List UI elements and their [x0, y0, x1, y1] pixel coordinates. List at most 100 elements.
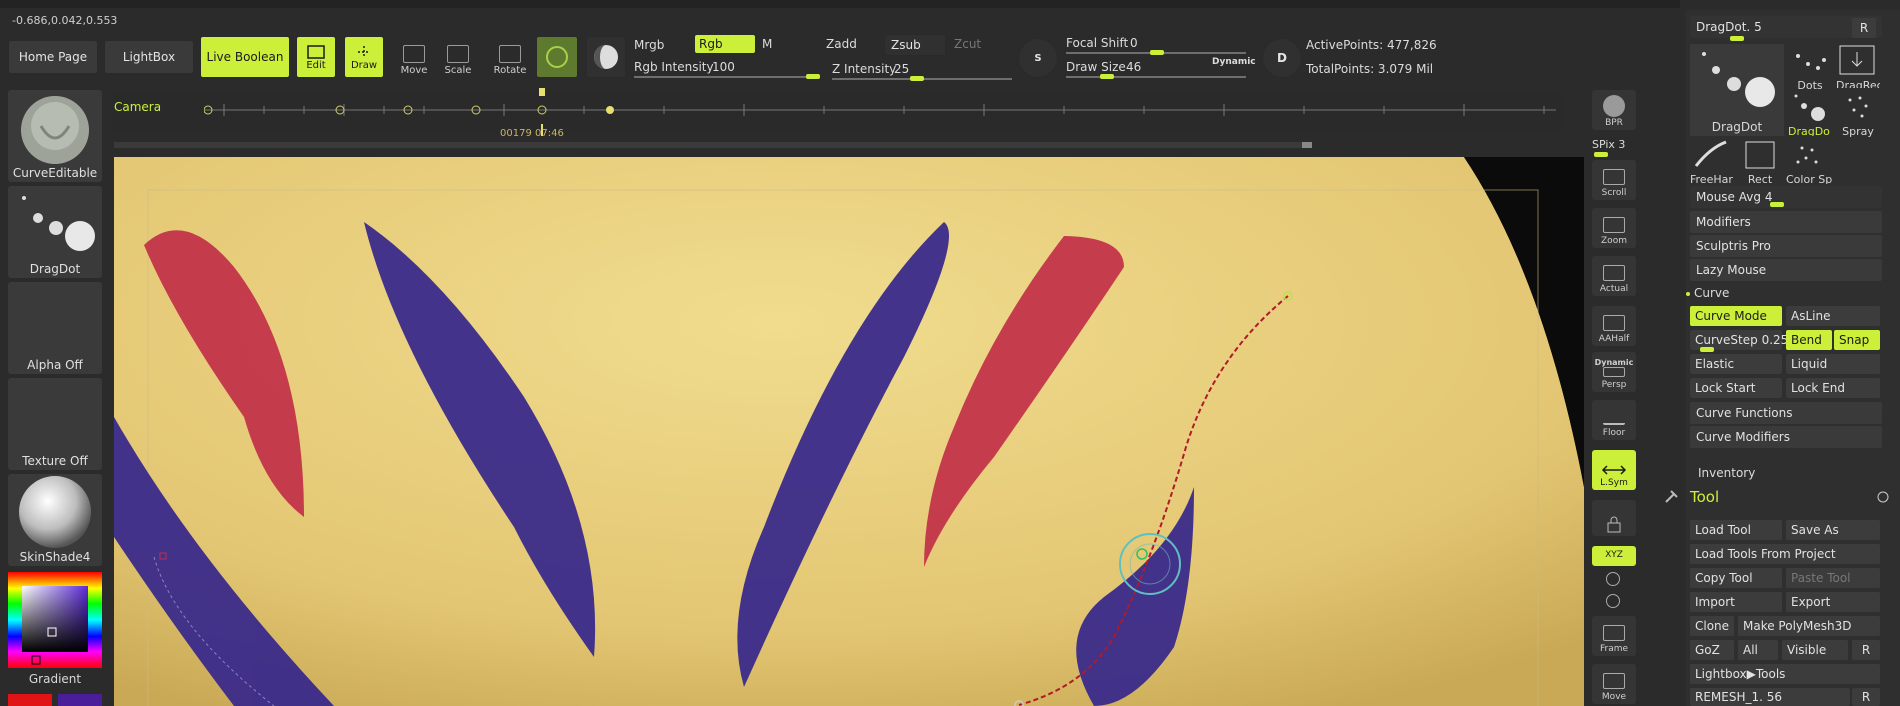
rotate-button[interactable]: Rotate: [488, 38, 532, 76]
color-picker-swatch[interactable]: [8, 572, 102, 668]
floor-button[interactable]: Floor: [1592, 400, 1636, 440]
draw-size-knob[interactable]: [1100, 74, 1114, 79]
xyz-button[interactable]: XYZ: [1592, 546, 1636, 566]
lazy-mouse-section[interactable]: Lazy Mouse: [1690, 259, 1882, 281]
m-button[interactable]: M: [762, 37, 772, 51]
spix-slider-knob[interactable]: [1594, 152, 1608, 157]
curve-functions-section[interactable]: Curve Functions: [1690, 402, 1882, 424]
z-intensity-knob[interactable]: [910, 76, 924, 81]
zsub-button[interactable]: Zsub: [884, 34, 946, 56]
material-sphere-button[interactable]: [536, 36, 578, 78]
spotlight-d-button[interactable]: D: [1262, 38, 1302, 78]
tool-palette-header[interactable]: Tool: [1690, 488, 1719, 506]
mouse-avg-slider[interactable]: Mouse Avg 4: [1690, 186, 1882, 208]
curve-modifiers-section[interactable]: Curve Modifiers: [1690, 426, 1882, 448]
rgb-intensity-slider[interactable]: [634, 76, 820, 78]
move-button[interactable]: Move: [392, 38, 436, 76]
remesh-r-button[interactable]: R: [1852, 688, 1880, 706]
scroll-button[interactable]: Scroll: [1592, 160, 1636, 200]
persp-button[interactable]: Dynamic Persp: [1592, 352, 1636, 392]
bend-button[interactable]: Bend: [1786, 330, 1832, 350]
zadd-button[interactable]: Zadd: [826, 37, 857, 51]
focal-shift-knob[interactable]: [1150, 50, 1164, 55]
dragdot-reset-button[interactable]: R: [1852, 18, 1876, 38]
stroke-freehand[interactable]: FreeHar: [1690, 138, 1734, 184]
bpr-button[interactable]: BPR: [1592, 90, 1636, 130]
rgb-button[interactable]: Rgb: [694, 34, 756, 54]
move-view-button[interactable]: Move: [1592, 664, 1636, 704]
goz-all-button[interactable]: All: [1738, 640, 1778, 660]
lock-button[interactable]: [1592, 500, 1636, 536]
texture-tile[interactable]: Texture Off: [8, 378, 102, 470]
goz-r-button[interactable]: R: [1852, 640, 1880, 660]
sculptris-pro-section[interactable]: Sculptris Pro: [1690, 235, 1882, 257]
rotate-z-icon[interactable]: [1606, 594, 1620, 608]
paste-tool-button[interactable]: Paste Tool: [1786, 568, 1880, 588]
draw-size-slider[interactable]: [1066, 76, 1246, 78]
brush-tile[interactable]: DragDot: [8, 186, 102, 278]
modifiers-section[interactable]: Modifiers: [1690, 211, 1882, 233]
mrgb-button[interactable]: Mrgb: [634, 38, 664, 52]
canvas-viewport[interactable]: [114, 157, 1584, 706]
texture-sphere-button[interactable]: [586, 36, 626, 78]
sculpt-canvas[interactable]: [114, 157, 1584, 706]
clone-button[interactable]: Clone: [1690, 616, 1734, 636]
rotate-y-icon[interactable]: [1606, 572, 1620, 586]
actual-button[interactable]: Actual: [1592, 256, 1636, 296]
edit-button[interactable]: Edit: [296, 36, 336, 78]
rgb-intensity-knob[interactable]: [806, 74, 820, 79]
asline-button[interactable]: AsLine: [1786, 306, 1880, 326]
horizontal-scroll-thumb[interactable]: [1302, 142, 1312, 148]
elastic-button[interactable]: Elastic: [1690, 354, 1782, 374]
spotlight-s-button[interactable]: S: [1018, 38, 1058, 78]
color-picker[interactable]: [8, 572, 102, 668]
horizontal-scrollbar[interactable]: [114, 142, 1308, 148]
import-button[interactable]: Import: [1690, 592, 1782, 612]
lsym-button[interactable]: L.Sym: [1592, 450, 1636, 490]
timeline-track[interactable]: [204, 88, 1560, 136]
make-polymesh3d-button[interactable]: Make PolyMesh3D: [1738, 616, 1880, 636]
inventory-header[interactable]: Inventory: [1698, 466, 1755, 480]
mouse-avg-knob[interactable]: [1770, 202, 1784, 207]
current-tool-tile[interactable]: CurveEditable: [8, 90, 102, 182]
copy-tool-button[interactable]: Copy Tool: [1690, 568, 1782, 588]
lock-start-button[interactable]: Lock Start: [1690, 378, 1782, 398]
dynamic-toggle[interactable]: Dynamic: [1212, 57, 1256, 67]
stroke-color-spray[interactable]: Color Sp: [1786, 138, 1832, 184]
lightbox-button[interactable]: LightBox: [104, 40, 194, 74]
curve-mode-button[interactable]: Curve Mode: [1690, 306, 1782, 326]
dragdot-slider-knob[interactable]: [1730, 36, 1744, 41]
frame-button[interactable]: Frame: [1592, 616, 1636, 656]
main-color-swatch[interactable]: [8, 694, 52, 706]
home-page-button[interactable]: Home Page: [8, 40, 98, 74]
live-boolean-button[interactable]: Live Boolean: [200, 36, 290, 78]
refresh-icon[interactable]: [1876, 490, 1890, 504]
snap-button[interactable]: Snap: [1834, 330, 1880, 350]
save-as-button[interactable]: Save As: [1786, 520, 1880, 540]
zcut-button[interactable]: Zcut: [954, 37, 981, 51]
goz-button[interactable]: GoZ: [1690, 640, 1734, 660]
secondary-color-swatch[interactable]: [58, 694, 102, 706]
brush-preview-dragdot[interactable]: DragDot: [1690, 44, 1784, 136]
curvestep-knob[interactable]: [1700, 347, 1714, 352]
zoom-button[interactable]: Zoom: [1592, 208, 1636, 248]
lightbox-tools-button[interactable]: Lightbox▶Tools: [1690, 664, 1880, 684]
menu-bar[interactable]: [0, 0, 1680, 8]
brush-dots[interactable]: Dots: [1788, 44, 1832, 92]
liquid-button[interactable]: Liquid: [1786, 354, 1880, 374]
load-tool-button[interactable]: Load Tool: [1690, 520, 1782, 540]
alpha-tile[interactable]: Alpha Off: [8, 282, 102, 374]
goz-visible-button[interactable]: Visible: [1782, 640, 1848, 660]
load-tools-from-project-button[interactable]: Load Tools From Project: [1690, 544, 1880, 564]
material-tile[interactable]: SkinShade4: [8, 474, 102, 566]
brush-spray[interactable]: Spray: [1836, 90, 1880, 138]
brush-dragrect[interactable]: DragRec: [1836, 44, 1880, 88]
lock-end-button[interactable]: Lock End: [1786, 378, 1880, 398]
remesh-tool-slider[interactable]: REMESH_1. 56: [1690, 688, 1850, 706]
draw-button[interactable]: Draw: [344, 36, 384, 78]
export-button[interactable]: Export: [1786, 592, 1880, 612]
curve-section-header[interactable]: Curve: [1694, 286, 1729, 300]
aahalf-button[interactable]: AAHalf: [1592, 306, 1636, 346]
brush-dragdot-small[interactable]: DragDo: [1788, 90, 1832, 136]
scale-button[interactable]: Scale: [436, 38, 480, 76]
